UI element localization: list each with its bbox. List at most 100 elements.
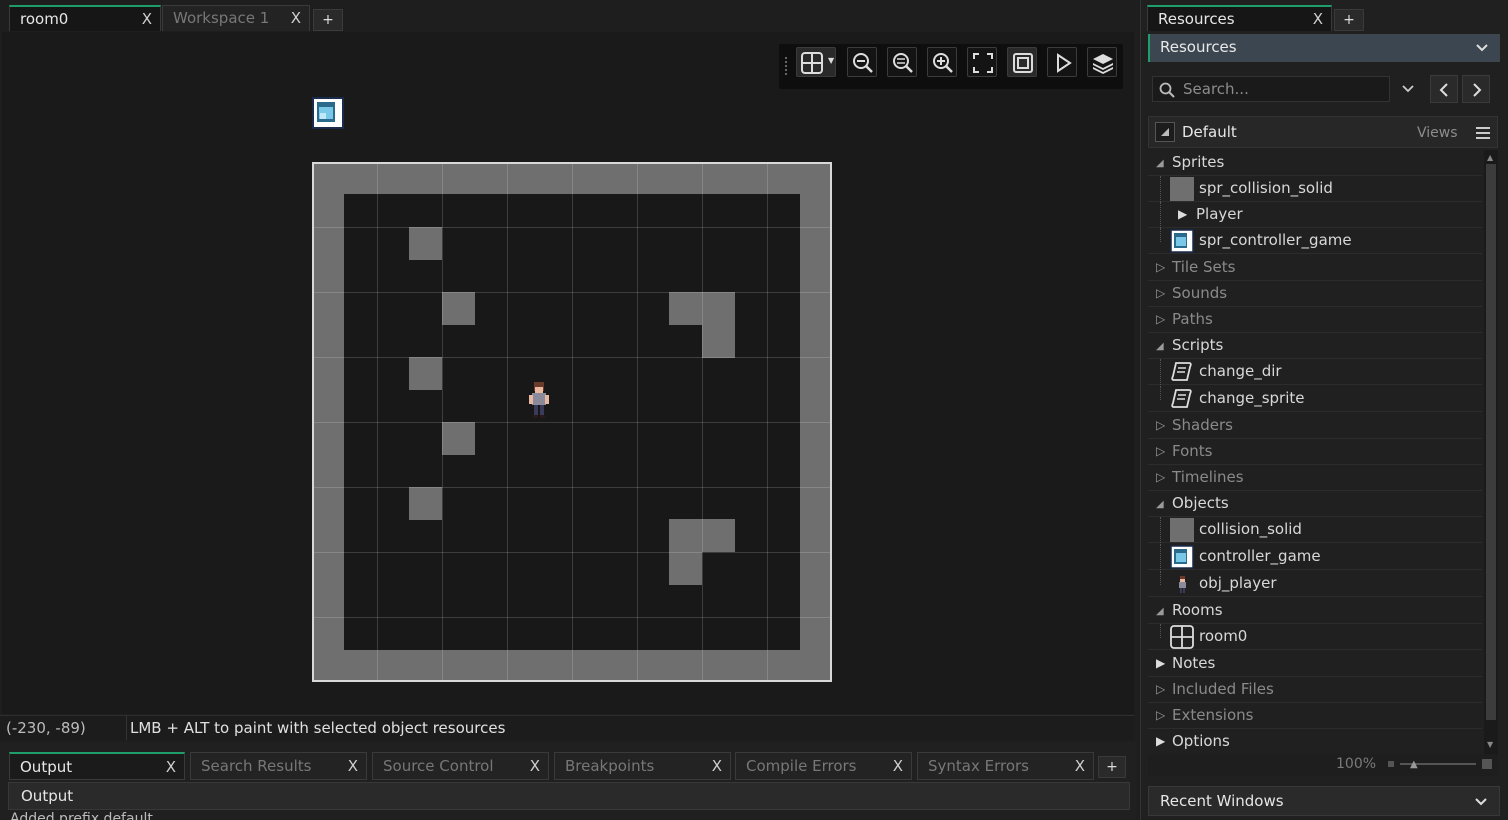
- forward-button[interactable]: [1462, 75, 1490, 103]
- grid-line: [314, 552, 830, 553]
- tab-room0[interactable]: room0 X: [9, 5, 161, 31]
- output-log: Added prefix default: [8, 812, 1118, 820]
- collision-block: [409, 227, 442, 260]
- group-label: Fonts: [1172, 442, 1213, 460]
- play-icon[interactable]: [1047, 47, 1077, 77]
- resource-change-sprite[interactable]: change_sprite: [1148, 386, 1482, 412]
- group-options[interactable]: ▶ Options: [1148, 729, 1482, 755]
- resource-controller-game[interactable]: controller_game: [1148, 544, 1482, 570]
- tab-compile-errors[interactable]: Compile Errors X: [735, 752, 912, 780]
- output-title: Output: [21, 787, 74, 805]
- scroll-up-icon[interactable]: ▲: [1487, 153, 1493, 162]
- tab-label: Output: [20, 758, 73, 776]
- close-icon[interactable]: X: [291, 9, 301, 27]
- resource-change-dir[interactable]: change_dir: [1148, 359, 1482, 385]
- group-objects[interactable]: ◢ Objects: [1148, 491, 1482, 517]
- zoom-out-icon[interactable]: [847, 47, 877, 77]
- close-icon[interactable]: X: [348, 757, 358, 775]
- chevron-down-icon[interactable]: [1402, 84, 1414, 94]
- close-icon[interactable]: X: [166, 758, 176, 776]
- menu-icon[interactable]: [1476, 127, 1490, 139]
- group-label: Included Files: [1172, 680, 1274, 698]
- group-fonts[interactable]: ▷ Fonts: [1148, 439, 1482, 465]
- add-tab-button[interactable]: +: [313, 9, 343, 31]
- group-sprites[interactable]: ◢ Sprites: [1148, 150, 1482, 176]
- close-icon[interactable]: X: [893, 757, 903, 775]
- tab-resources[interactable]: Resources X: [1147, 5, 1332, 31]
- recent-windows-label: Recent Windows: [1160, 792, 1284, 810]
- divider: [126, 716, 127, 740]
- resource-room0[interactable]: room0: [1148, 624, 1482, 650]
- tab-breakpoints[interactable]: Breakpoints X: [554, 752, 731, 780]
- fullscreen-icon[interactable]: [967, 47, 997, 77]
- folder-player[interactable]: ▶ Player: [1148, 202, 1482, 228]
- tab-search-results[interactable]: Search Results X: [190, 752, 367, 780]
- search-icon: [1159, 82, 1175, 98]
- scroll-down-icon[interactable]: ▼: [1487, 740, 1493, 749]
- tab-label: Workspace 1: [173, 9, 270, 27]
- zoom-in-icon[interactable]: [927, 47, 957, 77]
- recent-windows-dropdown[interactable]: Recent Windows: [1148, 786, 1500, 816]
- group-label: Objects: [1172, 494, 1229, 512]
- group-sounds[interactable]: ▷ Sounds: [1148, 281, 1482, 307]
- chevron-down-icon: [1476, 44, 1488, 52]
- tab-output[interactable]: Output X: [9, 752, 185, 780]
- zoom-min-icon: [1388, 761, 1394, 767]
- zoom-slider-handle[interactable]: ▲: [1410, 759, 1418, 770]
- resource-spr-collision-solid[interactable]: spr_collision_solid: [1148, 176, 1482, 202]
- close-icon[interactable]: X: [1313, 10, 1323, 28]
- group-shaders[interactable]: ▷ Shaders: [1148, 413, 1482, 439]
- tab-source-control[interactable]: Source Control X: [372, 752, 549, 780]
- close-icon[interactable]: X: [1075, 757, 1085, 775]
- resource-collision-solid[interactable]: collision_solid: [1148, 517, 1482, 543]
- scrollbar-thumb[interactable]: [1486, 164, 1496, 720]
- tab-label: Resources: [1158, 10, 1235, 28]
- add-tab-button[interactable]: +: [1334, 9, 1364, 31]
- view-header: Default Views: [1148, 116, 1498, 148]
- group-tile-sets[interactable]: ▷ Tile Sets: [1148, 255, 1482, 281]
- add-output-tab-button[interactable]: +: [1098, 756, 1126, 778]
- tab-syntax-errors[interactable]: Syntax Errors X: [917, 752, 1094, 780]
- group-scripts[interactable]: ◢ Scripts: [1148, 333, 1482, 359]
- close-icon[interactable]: X: [530, 757, 540, 775]
- tree-scrollbar[interactable]: ▲ ▼: [1484, 150, 1498, 754]
- group-extensions[interactable]: ▷ Extensions: [1148, 703, 1482, 729]
- tab-workspace-1[interactable]: Workspace 1 X: [162, 5, 310, 31]
- view-name: Default: [1182, 123, 1237, 141]
- toolbar-grip[interactable]: [785, 57, 789, 75]
- close-icon[interactable]: X: [712, 757, 722, 775]
- tab-label: Compile Errors: [746, 757, 857, 775]
- room-icon: [1170, 625, 1194, 649]
- object-thumbnail-icon: [1170, 518, 1194, 542]
- player-sprite-instance[interactable]: [526, 380, 552, 422]
- layers-icon[interactable]: [1087, 47, 1117, 77]
- group-label: Tile Sets: [1172, 258, 1236, 276]
- views-button[interactable]: Views: [1417, 125, 1458, 141]
- zoom-max-icon: [1482, 759, 1492, 769]
- group-label: Rooms: [1172, 601, 1223, 619]
- resources-dropdown[interactable]: Resources: [1148, 34, 1500, 62]
- resource-spr-controller-game[interactable]: spr_controller_game: [1148, 228, 1482, 254]
- zoom-reset-icon[interactable]: [887, 47, 917, 77]
- group-timelines[interactable]: ▷ Timelines: [1148, 465, 1482, 491]
- cursor-coordinates: (-230, -89): [6, 719, 86, 737]
- room-canvas[interactable]: [312, 162, 832, 682]
- search-input[interactable]: Search...: [1152, 76, 1390, 102]
- grid-line: [314, 227, 830, 228]
- back-button[interactable]: [1430, 75, 1458, 103]
- group-rooms[interactable]: ◢ Rooms: [1148, 598, 1482, 624]
- resource-obj-player[interactable]: obj_player: [1148, 571, 1482, 597]
- close-icon[interactable]: X: [142, 10, 152, 28]
- controller-game-instance[interactable]: [312, 97, 344, 129]
- tab-label: Search Results: [201, 757, 312, 775]
- group-paths[interactable]: ▷ Paths: [1148, 307, 1482, 333]
- grid-icon[interactable]: ▼: [796, 47, 836, 77]
- collapse-all-icon[interactable]: [1155, 122, 1175, 142]
- group-included-files[interactable]: ▷ Included Files: [1148, 677, 1482, 703]
- fit-room-icon[interactable]: [1007, 47, 1037, 77]
- group-notes[interactable]: ▶ Notes: [1148, 651, 1482, 677]
- grid-line: [314, 357, 830, 358]
- chevron-left-icon: [1439, 83, 1448, 97]
- zoom-label: 100%: [1336, 756, 1377, 772]
- tab-label: Syntax Errors: [928, 757, 1030, 775]
